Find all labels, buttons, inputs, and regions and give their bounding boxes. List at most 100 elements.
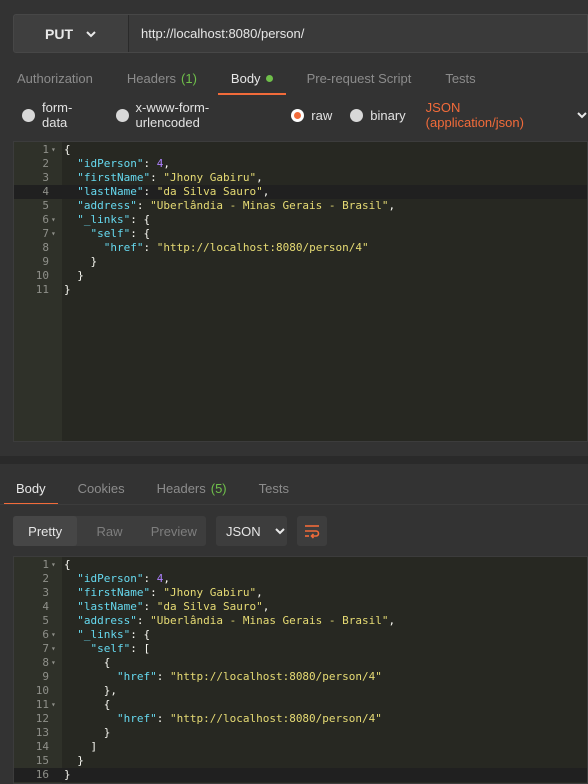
method-select[interactable]: PUT [14,15,129,52]
radio-label: x-www-form-urlencoded [135,100,210,130]
fold-arrow-icon[interactable]: ▾ [51,213,56,227]
code-text: } [64,726,111,740]
tab-response-tests[interactable]: Tests [243,471,305,505]
tab-label: Tests [258,480,289,496]
code-text: ] [64,740,97,754]
code-line: 15 } [14,754,587,768]
tab-label: Pre-request Script [306,70,412,86]
radio-button-checked[interactable] [291,108,305,122]
code-token: "Jhony Gabiru" [163,171,257,184]
code-token: "http://localhost:8080/person/4" [169,712,382,725]
preview-button[interactable]: Preview [142,516,206,546]
code-token: "address" [77,199,137,212]
radio-label: binary [370,107,406,123]
raw-button[interactable]: Raw [77,516,141,546]
code-token: "address" [77,614,137,627]
code-text: "href": "http://localhost:8080/person/4" [64,241,369,255]
line-number: 10 [35,269,49,282]
fold-arrow-icon[interactable]: ▾ [51,558,56,572]
fold-arrow-icon[interactable]: ▾ [51,656,56,670]
code-text: } [64,768,71,782]
code-token: "lastName" [77,185,144,198]
code-text: "self": [ [64,642,151,656]
code-token: { [64,656,111,669]
code-token: , [388,199,396,212]
tab-pre-request-script[interactable]: Pre-request Script [290,61,429,95]
fold-arrow-icon[interactable]: ▾ [51,143,56,157]
headers-count: (5) [210,480,227,496]
line-number: 8 [42,241,49,254]
content-type-dropdown[interactable]: JSON (application/json) [426,100,588,130]
code-line: 4 "lastName": "da Silva Sauro", [14,185,587,199]
code-token: : [156,712,170,725]
tab-authorization[interactable]: Authorization [0,61,110,95]
format-select[interactable]: JSON [216,516,287,546]
line-number: 11 [35,283,49,296]
code-token: { [64,558,71,571]
radio-binary[interactable]: binary [350,107,406,123]
tab-cookies[interactable]: Cookies [62,471,141,505]
code-text: "href": "http://localhost:8080/person/4" [64,712,382,726]
tab-response-headers[interactable]: Headers (5) [141,471,243,505]
pane-divider[interactable] [0,456,588,464]
code-token: "href" [116,712,157,725]
request-tabs: Authorization Headers (1) Body Pre-reques… [0,61,493,95]
code-line: 11} [14,283,587,297]
line-number: 15 [35,754,49,767]
url-input[interactable]: http://localhost:8080/person/ [129,15,587,52]
radio-urlencoded[interactable]: x-www-form-urlencoded [115,100,274,130]
radio-button[interactable] [115,108,129,122]
code-text: "href": "http://localhost:8080/person/4" [64,670,382,684]
code-line: 5 "address": "Uberlândia - Minas Gerais … [14,199,587,213]
code-token: }, [64,684,117,697]
tab-response-body[interactable]: Body [0,471,62,505]
response-body-viewer[interactable]: 1 ▾{2 "idPerson": 4, 3 "firstName": "Jhony… [13,556,588,784]
fold-arrow-icon[interactable]: ▾ [51,227,56,241]
radio-raw[interactable]: raw [291,108,332,123]
headers-count: (1) [181,70,197,86]
tab-label: Authorization [17,70,93,86]
line-number: 2 [42,157,49,170]
radio-form-data[interactable]: form-data [22,100,98,130]
code-text: "idPerson": 4, [64,572,170,586]
wrap-lines-button[interactable] [297,516,327,546]
code-token: "self" [90,642,131,655]
line-number: 3 [42,586,49,599]
code-token: } [64,283,71,296]
code-line: 3 "firstName": "Jhony Gabiru", [14,586,587,600]
pretty-button[interactable]: Pretty [13,516,78,546]
tab-label: Body [16,480,46,496]
code-token: : [136,614,151,627]
line-number: 1 [42,143,49,156]
code-line: 11 ▾ { [14,698,587,712]
fold-arrow-icon[interactable]: ▾ [51,698,56,712]
code-line: 12 "href": "http://localhost:8080/person… [14,712,587,726]
fold-arrow-icon[interactable]: ▾ [51,642,56,656]
fold-arrow-icon[interactable]: ▾ [51,628,56,642]
tab-body[interactable]: Body [214,61,290,95]
line-number: 7 [42,227,49,240]
code-token: , [262,600,270,613]
code-token: : [156,670,170,683]
line-number: 9 [42,670,49,683]
tab-tests[interactable]: Tests [428,61,492,95]
tab-label: Headers [156,480,206,496]
code-text: } [64,283,71,297]
code-token: "_links" [77,213,131,226]
chevron-down-icon [274,528,285,535]
code-text: "lastName": "da Silva Sauro", [64,600,269,614]
request-body-editor[interactable]: 1 ▾{2 "idPerson": 4, 3 "firstName": "Jhony… [13,141,588,442]
code-token: "Uberlândia - Minas Gerais - Brasil" [150,614,389,627]
radio-button[interactable] [350,108,364,122]
radio-button[interactable] [22,108,35,122]
code-line: 3 "firstName": "Jhony Gabiru", [14,171,587,185]
tab-headers[interactable]: Headers (1) [110,61,214,95]
